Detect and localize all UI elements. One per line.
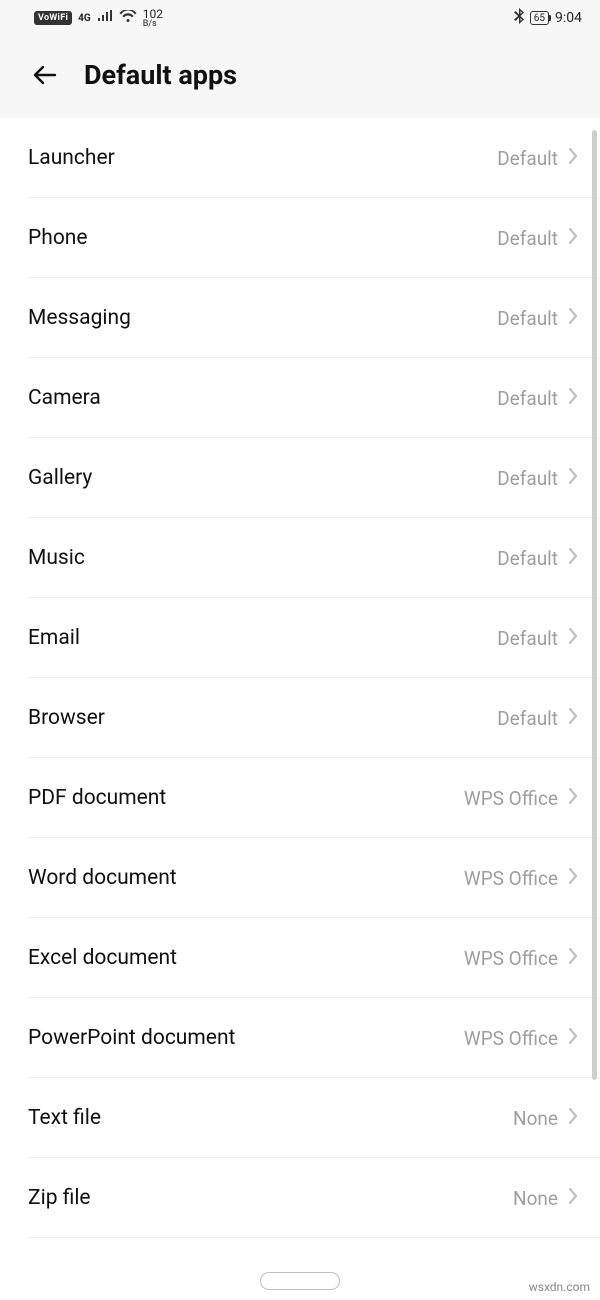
row-value: WPS Office: [464, 787, 558, 810]
row-label: Excel document: [28, 946, 177, 970]
chevron-right-icon: [568, 947, 578, 969]
row-right-group: Default: [497, 627, 578, 650]
chevron-right-icon: [568, 707, 578, 729]
chevron-right-icon: [568, 867, 578, 889]
status-right-group: 65 9:04: [514, 8, 582, 28]
setting-row-zip-file[interactable]: Zip file None: [0, 1158, 600, 1238]
row-label: PowerPoint document: [28, 1026, 235, 1050]
row-label: Word document: [28, 866, 177, 890]
row-value: Default: [497, 707, 558, 730]
chevron-right-icon: [568, 1107, 578, 1129]
setting-row-email[interactable]: Email Default: [0, 598, 600, 678]
chevron-right-icon: [568, 787, 578, 809]
row-label: Camera: [28, 386, 101, 410]
back-button[interactable]: [28, 58, 62, 92]
row-value: WPS Office: [464, 947, 558, 970]
row-right-group: WPS Office: [464, 947, 578, 970]
setting-row-music[interactable]: Music Default: [0, 518, 600, 598]
row-value: Default: [497, 227, 558, 250]
setting-row-phone[interactable]: Phone Default: [0, 198, 600, 278]
network-type-icon: 4G: [78, 13, 91, 24]
row-value: Default: [497, 307, 558, 330]
setting-row-pdf-document[interactable]: PDF document WPS Office: [0, 758, 600, 838]
data-rate-unit: B/s: [143, 20, 163, 29]
row-label: Messaging: [28, 306, 131, 330]
scrollbar[interactable]: [592, 130, 597, 1080]
setting-row-launcher[interactable]: Launcher Default: [0, 118, 600, 198]
chevron-right-icon: [568, 1187, 578, 1209]
wifi-icon: [119, 10, 137, 27]
row-value: Default: [497, 387, 558, 410]
setting-row-excel-document[interactable]: Excel document WPS Office: [0, 918, 600, 998]
vowifi-badge: VoWiFi: [34, 11, 72, 25]
header: Default apps: [0, 36, 600, 118]
status-left-group: VoWiFi 4G 102 B/s: [34, 8, 163, 29]
row-label: Launcher: [28, 146, 115, 170]
bluetooth-icon: [514, 8, 524, 28]
page-title: Default apps: [84, 59, 237, 91]
setting-row-browser[interactable]: Browser Default: [0, 678, 600, 758]
chevron-right-icon: [568, 467, 578, 489]
chevron-right-icon: [568, 547, 578, 569]
row-right-group: Default: [497, 147, 578, 170]
row-value: Default: [497, 467, 558, 490]
setting-row-gallery[interactable]: Gallery Default: [0, 438, 600, 518]
chevron-right-icon: [568, 1027, 578, 1049]
status-bar: VoWiFi 4G 102 B/s 65 9:04: [0, 0, 600, 36]
row-right-group: None: [513, 1187, 578, 1210]
row-label: Text file: [28, 1106, 101, 1130]
settings-list: Launcher Default Phone Default Messaging Defa…: [0, 118, 600, 1238]
row-value: None: [513, 1187, 558, 1210]
chevron-right-icon: [568, 307, 578, 329]
row-label: Gallery: [28, 466, 92, 490]
row-label: PDF document: [28, 786, 166, 810]
row-label: Music: [28, 546, 85, 570]
row-value: Default: [497, 547, 558, 570]
arrow-left-icon: [31, 61, 59, 89]
chevron-right-icon: [568, 147, 578, 169]
row-label: Browser: [28, 706, 105, 730]
row-right-group: WPS Office: [464, 787, 578, 810]
row-label: Zip file: [28, 1186, 91, 1210]
row-right-group: Default: [497, 227, 578, 250]
row-right-group: WPS Office: [464, 867, 578, 890]
row-right-group: WPS Office: [464, 1027, 578, 1050]
chevron-right-icon: [568, 627, 578, 649]
row-right-group: Default: [497, 547, 578, 570]
row-right-group: Default: [497, 707, 578, 730]
row-value: Default: [497, 627, 558, 650]
row-value: None: [513, 1107, 558, 1130]
setting-row-messaging[interactable]: Messaging Default: [0, 278, 600, 358]
chevron-right-icon: [568, 387, 578, 409]
home-indicator[interactable]: [260, 1272, 340, 1290]
row-label: Email: [28, 626, 80, 650]
row-value: WPS Office: [464, 867, 558, 890]
watermark: wsxdn.com: [529, 1280, 590, 1294]
data-rate: 102 B/s: [143, 8, 163, 29]
row-right-group: Default: [497, 467, 578, 490]
clock: 9:04: [555, 10, 582, 26]
row-right-group: None: [513, 1107, 578, 1130]
row-value: WPS Office: [464, 1027, 558, 1050]
setting-row-word-document[interactable]: Word document WPS Office: [0, 838, 600, 918]
setting-row-camera[interactable]: Camera Default: [0, 358, 600, 438]
chevron-right-icon: [568, 227, 578, 249]
row-label: Phone: [28, 226, 88, 250]
row-right-group: Default: [497, 387, 578, 410]
setting-row-powerpoint-document[interactable]: PowerPoint document WPS Office: [0, 998, 600, 1078]
signal-icon: [97, 10, 113, 26]
setting-row-text-file[interactable]: Text file None: [0, 1078, 600, 1158]
battery-icon: 65: [530, 11, 549, 25]
row-right-group: Default: [497, 307, 578, 330]
row-value: Default: [497, 147, 558, 170]
